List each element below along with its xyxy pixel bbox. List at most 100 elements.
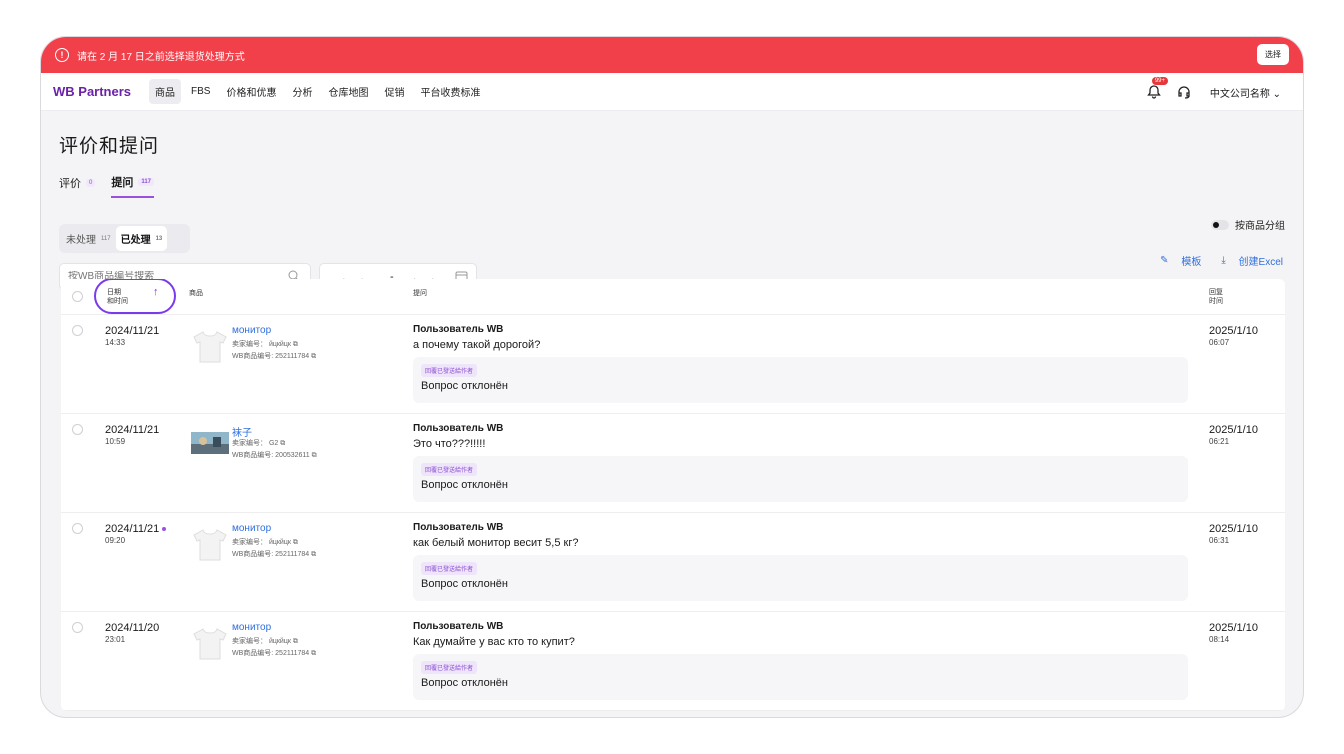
status-badge: 回覆已發送給作者 [421,364,478,377]
row-date: 2024/11/21 [105,325,160,337]
alert-select-button[interactable]: 选择 [1257,44,1289,65]
edit-icon: ✎ [1160,255,1169,266]
nav-item-warehouse-map[interactable]: 仓库地图 [328,84,368,99]
tab-label: 提问 [111,177,134,189]
app-frame: ! 请在 2 月 17 日之前选择退货处理方式 选择 WB Partners 商… [40,36,1304,718]
company-selector[interactable]: 中文公司名称 ⌄ [1210,85,1281,100]
header-question: 提问 [413,290,427,297]
unread-dot [162,527,167,532]
tshirt-thumbnail [193,529,227,561]
copy-icon[interactable]: ⧉ [280,440,285,447]
create-excel-button[interactable]: ⤓ 创建Excel [1211,253,1283,268]
table-row[interactable]: 2024/11/21 10:59 袜子 卖家编号： G2 ⧉ WB商品编号: 20… [61,414,1285,513]
segment-processed[interactable]: 已处理 13 [115,226,168,251]
select-all-checkbox[interactable] [72,291,83,302]
nav-item-products[interactable]: 商品 [149,79,182,104]
page-title: 评价和提问 [59,136,160,157]
row-checkbox[interactable] [72,622,83,633]
header-label: 日期 [107,289,121,296]
copy-icon[interactable]: ⧉ [312,452,317,459]
copy-icon[interactable]: ⧉ [311,353,316,360]
segment-unprocessed[interactable]: 未处理 117 [61,226,116,251]
copy-icon[interactable]: ⧉ [293,638,298,645]
table-row[interactable]: 2024/11/21 14:33 монитор 卖家编号： йцкйцк ⧉ W… [61,315,1285,414]
product-photo-thumbnail [191,432,229,454]
copy-icon[interactable]: ⧉ [293,341,298,348]
status-segments: 未处理 117 已处理 13 [59,224,190,253]
header-product: 商品 [189,290,203,297]
excel-label: 创建Excel [1238,257,1283,268]
template-button[interactable]: ✎ 模板 [1150,253,1201,268]
product-meta: 卖家编号： йцкйцк ⧉ WB商品编号: 252111784 ⧉ [232,339,316,363]
question-text: Это что???!!!!! [413,438,486,450]
seller-id: 卖家编号： йцкйцк [232,638,291,645]
bell-icon[interactable]: 99+ [1146,77,1169,100]
table-row[interactable]: 2024/11/20 23:01 монитор 卖家编号： йцкйцк ⧉ W… [61,612,1285,711]
tshirt-thumbnail [193,628,227,660]
answer-box: 回覆已發送給作者 Вопрос отклонён [413,357,1188,403]
nav-right: 99+ 中文公司名称 ⌄ [1146,73,1281,111]
segment-count: 117 [101,235,111,242]
group-by-product-toggle[interactable]: 按商品分组 [1211,217,1285,232]
alert-banner: ! 请在 2 月 17 日之前选择退货处理方式 选择 [41,37,1303,73]
segment-label: 已处理 [120,235,151,246]
reply-time: 06:21 [1209,437,1230,446]
template-label: 模板 [1181,257,1202,268]
nav-item-promotions[interactable]: 促销 [384,84,404,99]
nav-item-fees[interactable]: 平台收费标准 [420,84,480,99]
wb-id: WB商品编号: 200532611 [232,452,310,459]
logo[interactable]: WB Partners [53,84,131,99]
headset-icon[interactable] [1176,84,1192,100]
main-content: 评价和提问 评价0 提问117 未处理117 已处理13 __.__.___ -… [41,131,1303,290]
question-text: как белый монитор весит 5,5 кг? [413,537,579,549]
product-link[interactable]: 袜子 [232,424,252,439]
reply-date: 2025/1/10 [1209,622,1258,634]
tab-count: 0 [86,179,96,187]
reply-date: 2025/1/10 [1209,424,1258,436]
toggle-label: 按商品分组 [1235,221,1285,232]
tab-reviews[interactable]: 评价 0 [59,174,96,198]
top-nav: WB Partners 商品 FBS 价格和优惠 分析 仓库地图 促销 平台收费… [41,73,1303,111]
row-time: 23:01 [105,635,126,644]
header-datetime[interactable]: 日期 和时间 [107,288,128,306]
nav-item-prices[interactable]: 价格和优惠 [226,84,276,99]
nav-item-fbs[interactable]: FBS [191,86,210,97]
copy-icon[interactable]: ⧉ [293,539,298,546]
header-label: 回复 [1209,289,1223,296]
warning-icon: ! [55,48,69,62]
status-badge: 回覆已發送給作者 [421,661,478,674]
copy-icon[interactable]: ⧉ [311,650,316,657]
row-date: 2024/11/21 [105,424,160,436]
notification-badge: 99+ [1151,77,1169,85]
reply-date: 2025/1/10 [1209,523,1258,535]
product-meta: 卖家编号： йцкйцк ⧉ WB商品编号: 252111784 ⧉ [232,636,316,660]
reply-date: 2025/1/10 [1209,325,1258,337]
answer-box: 回覆已發送給作者 Вопрос отклонён [413,654,1188,700]
answer-text: Вопрос отклонён [421,578,508,590]
product-meta: 卖家编号： йцкйцк ⧉ WB商品编号: 252111784 ⧉ [232,537,316,561]
tab-questions[interactable]: 提问 117 [111,174,155,198]
answer-text: Вопрос отклонён [421,479,508,491]
product-meta: 卖家编号： G2 ⧉ WB商品编号: 200532611 ⧉ [232,438,317,462]
row-checkbox[interactable] [72,523,83,534]
question-author: Пользователь WB [413,324,504,335]
row-date-wrap: 2024/11/21 [105,523,167,535]
segment-label: 未处理 [66,235,96,246]
row-checkbox[interactable] [72,424,83,435]
toggle-switch[interactable] [1211,219,1229,230]
product-link[interactable]: монитор [232,325,271,336]
nav-item-analytics[interactable]: 分析 [292,84,312,99]
copy-icon[interactable]: ⧉ [311,551,316,558]
seller-id: 卖家编号： G2 [232,440,279,447]
segment-count: 13 [155,235,163,242]
reply-time: 06:07 [1209,338,1230,347]
row-date: 2024/11/21 [105,523,160,535]
sort-arrow-icon[interactable]: ↑ [153,286,159,298]
reply-time: 06:31 [1209,536,1230,545]
answer-text: Вопрос отклонён [421,380,508,392]
product-link[interactable]: монитор [232,622,271,633]
row-checkbox[interactable] [72,325,83,336]
status-badge: 回覆已發送給作者 [421,463,478,476]
table-row[interactable]: 2024/11/21 09:20 монитор 卖家编号： йцкйцк ⧉ W… [61,513,1285,612]
product-link[interactable]: монитор [232,523,271,534]
